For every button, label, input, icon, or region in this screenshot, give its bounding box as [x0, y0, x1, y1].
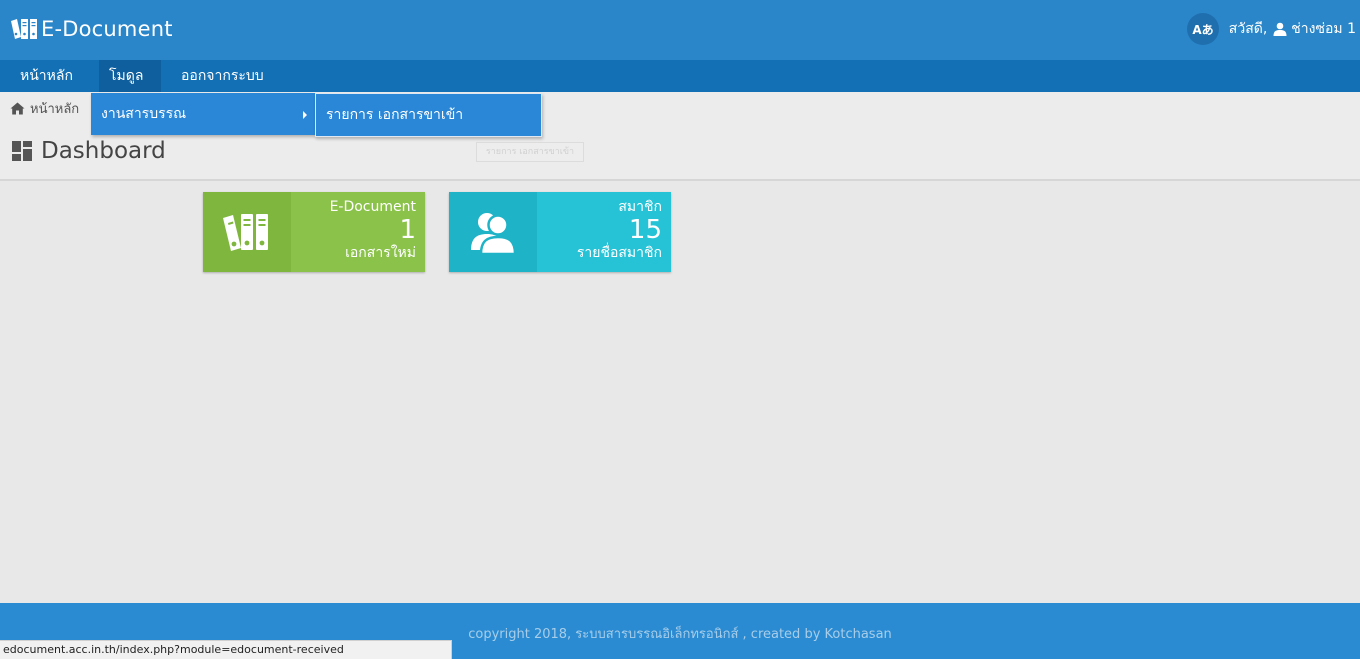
user-icon [1273, 22, 1287, 36]
users-icon [471, 213, 517, 256]
nav-module-label: โมดูล [109, 68, 144, 84]
card-text: สมาชิก 15 รายชื่อสมาชิก [577, 199, 662, 262]
main-nav: หน้าหลัก โมดูล ออกจากระบบ [0, 60, 1360, 111]
nav-home[interactable]: หน้าหลัก [10, 60, 83, 92]
page-title: Dashboard [12, 138, 166, 164]
breadcrumb: หน้าหลัก [10, 98, 79, 119]
card-icon-box [449, 192, 537, 272]
card-edocument[interactable]: E-Document 1 เอกสารใหม่ [203, 192, 425, 272]
browser-status-bar: edocument.acc.in.th/index.php?module=edo… [0, 640, 452, 659]
user-name: ช่างซ่อม 1 [1291, 21, 1356, 37]
card-sub: รายชื่อสมาชิก [576, 245, 662, 261]
binders-icon [11, 19, 37, 39]
module-dropdown: งานสารบรรณ [91, 93, 316, 135]
card-label: สมาชิก [618, 199, 662, 215]
nav-module[interactable]: โมดูล [99, 60, 161, 111]
card-members[interactable]: สมาชิก 15 รายชื่อสมาชิก [449, 192, 671, 272]
submenu-item-received[interactable]: รายการ เอกสารขาเข้า [326, 94, 463, 136]
greeting-text: สวัสดี, [1228, 21, 1268, 37]
card-icon-box [203, 192, 291, 272]
user-menu[interactable]: สวัสดี, ช่างซ่อม 1 [1229, 18, 1356, 40]
card-count: 1 [399, 215, 416, 245]
page-title-text: Dashboard [41, 138, 166, 164]
card-label: E-Document [329, 199, 416, 215]
card-text: E-Document 1 เอกสารใหม่ [330, 199, 416, 262]
app-logo[interactable]: E-Document [9, 14, 173, 44]
card-sub: เอกสารใหม่ [345, 245, 416, 261]
dashboard-icon [12, 141, 32, 161]
breadcrumb-home[interactable]: หน้าหลัก [30, 98, 79, 119]
dropdown-item-edocument[interactable]: งานสารบรรณ [101, 93, 186, 135]
module-submenu: รายการ เอกสารขาเข้า [315, 93, 542, 137]
app-title: E-Document [41, 17, 173, 41]
app-header: E-Document Aあ สวัสดี, ช่างซ่อม 1 [0, 0, 1360, 60]
nav-logout[interactable]: ออกจากระบบ [171, 60, 274, 92]
chevron-right-icon [303, 111, 307, 119]
language-button[interactable]: Aあ [1187, 13, 1219, 45]
card-count: 15 [628, 215, 662, 245]
home-icon [10, 102, 25, 115]
ghost-tooltip: รายการ เอกสารขาเข้า [476, 142, 584, 162]
title-divider [0, 179, 1360, 181]
binders-icon [223, 214, 268, 251]
